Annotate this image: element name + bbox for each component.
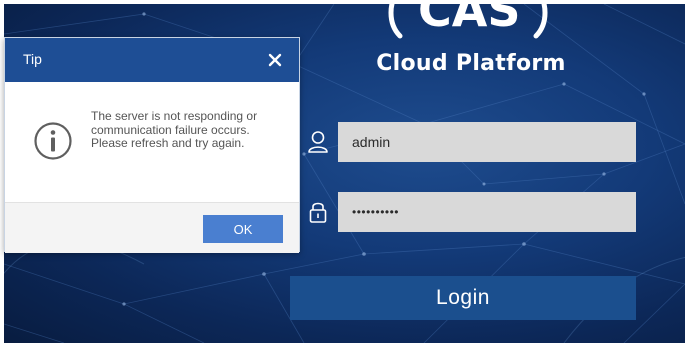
username-field[interactable]: admin: [338, 122, 636, 162]
logo-left-arc: [388, 4, 403, 39]
close-icon: [268, 53, 282, 67]
tip-dialog: Tip The server is not responding or comm…: [4, 37, 300, 253]
info-icon: [33, 121, 73, 161]
dialog-title: Tip: [23, 51, 42, 67]
cas-logo: CAS: [378, 4, 558, 40]
logo-right-arc: [533, 4, 548, 39]
close-button[interactable]: [265, 50, 285, 70]
password-field[interactable]: ••••••••••: [338, 192, 636, 232]
platform-title: Cloud Platform: [376, 51, 566, 76]
password-value: ••••••••••: [352, 205, 400, 219]
user-icon: [302, 122, 334, 162]
username-value: admin: [352, 134, 391, 150]
ok-button[interactable]: OK: [203, 215, 283, 243]
dialog-header: Tip: [5, 38, 299, 82]
logo-text: CAS: [418, 4, 521, 37]
lock-icon: [302, 192, 334, 232]
dialog-message: The server is not responding or communic…: [91, 109, 258, 150]
dialog-footer: OK: [5, 202, 299, 253]
login-button[interactable]: Login: [290, 276, 636, 320]
